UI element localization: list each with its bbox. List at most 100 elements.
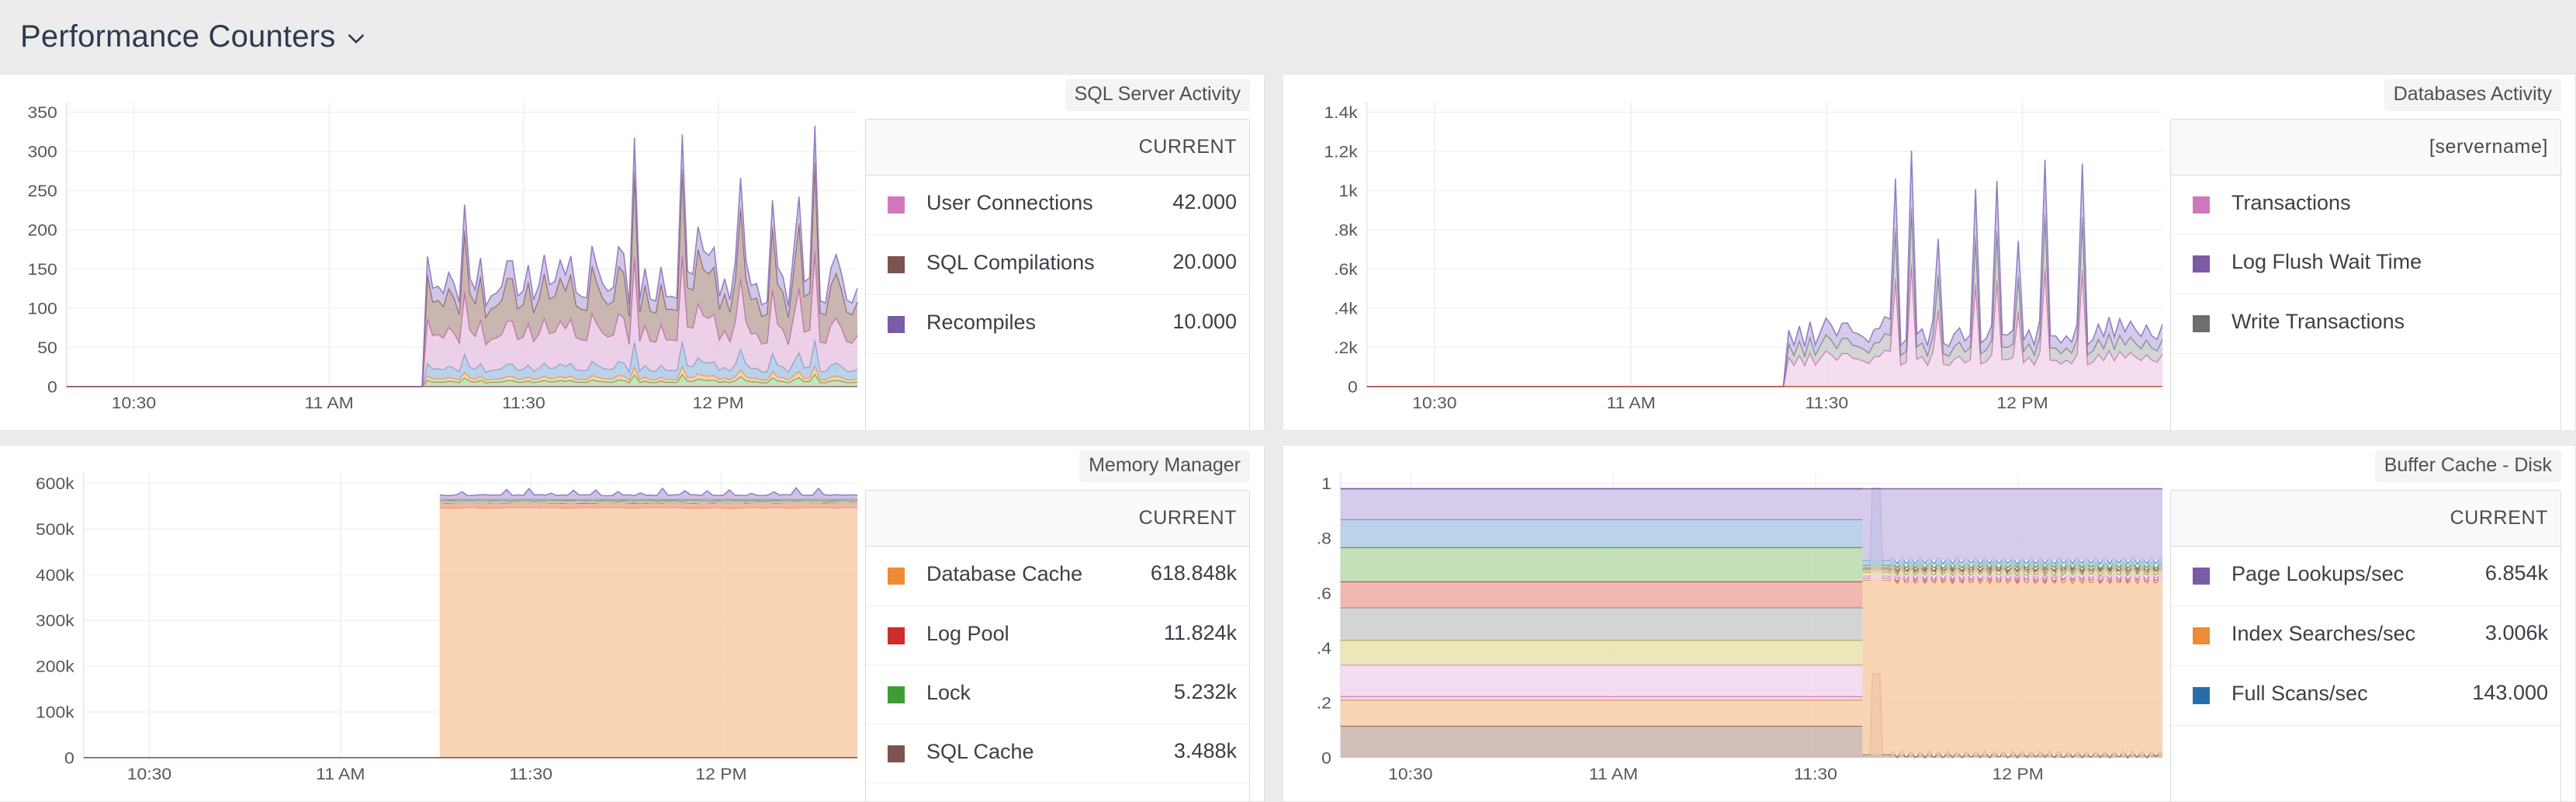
legend-swatch-cell (866, 738, 926, 762)
legend-row[interactable]: Database Cache 618.848k (866, 547, 1249, 606)
legend-series-name: Database Cache (926, 562, 1083, 585)
svg-text:.4k: .4k (1334, 299, 1359, 318)
legend-row[interactable]: Write Transactions (2171, 294, 2560, 354)
series-color-swatch-icon (2193, 196, 2210, 214)
legend-series-value: 10.000 (1172, 310, 1237, 333)
legend-series-value: 618.848k (1150, 561, 1237, 585)
chart-sql-server-activity[interactable]: 0 50 100 150 200 250 300 350 10:30 11 AM 11:30 12 P… (0, 75, 860, 430)
legend-buffer-cache-disk: Buffer Cache - Disk CURRENT Page Lookups… (2166, 446, 2575, 801)
svg-text:150: 150 (28, 260, 57, 279)
series-color-swatch-icon (888, 568, 905, 585)
svg-text:.8k: .8k (1334, 220, 1359, 239)
legend-series-value: 3.006k (2484, 621, 2548, 644)
legend-row[interactable]: SQL Compilations 20.000 (866, 235, 1249, 295)
svg-text:1.2k: 1.2k (1324, 142, 1358, 161)
legend-series-value: 5.232k (1173, 680, 1237, 703)
legend-series-value: 11.824k (1163, 621, 1237, 644)
chart-buffer-cache-disk[interactable]: 0 .2 .4 .6 .8 1 10:30 11 AM 11:30 12 PM (1283, 446, 2166, 801)
legend-series-value: 143.000 (2472, 681, 2548, 704)
chevron-down-icon[interactable] (346, 29, 366, 49)
legend-memory-manager: Memory Manager CURRENT Database Cache 61… (860, 446, 1264, 801)
legend-swatch-cell (2171, 620, 2231, 644)
legend-series-name: SQL Cache (926, 740, 1034, 763)
dashboard-title-dropdown[interactable]: Performance Counters (20, 19, 366, 54)
legend-swatch-cell (2171, 189, 2231, 214)
legend-row[interactable]: User Connections 42.000 (866, 175, 1249, 235)
svg-text:200: 200 (28, 220, 57, 239)
legend-series-name: Page Lookups/sec (2231, 562, 2405, 585)
svg-text:.4: .4 (1317, 639, 1331, 658)
svg-text:11:30: 11:30 (502, 394, 545, 412)
svg-text:11 AM: 11 AM (305, 394, 354, 412)
svg-text:250: 250 (28, 182, 57, 200)
svg-text:.2k: .2k (1334, 339, 1359, 357)
svg-text:300: 300 (28, 142, 57, 161)
svg-text:1: 1 (1321, 474, 1331, 493)
svg-text:11 AM: 11 AM (1589, 765, 1638, 783)
chart-databases-activity[interactable]: 0 .2k .4k .6k .8k 1k 1.2k 1.4k 10:30 11 AM 11:30 12… (1283, 75, 2166, 430)
legend-swatch-cell (2171, 561, 2231, 585)
svg-text:0: 0 (64, 748, 74, 767)
svg-text:350: 350 (28, 103, 57, 122)
legend-table-header: [servername] (2171, 120, 2560, 175)
legend-swatch-cell (866, 309, 926, 333)
series-color-swatch-icon (2193, 687, 2210, 704)
legend-table: CURRENT Page Lookups/sec 6.854k Index Se… (2170, 490, 2561, 801)
legend-row[interactable]: Full Scans/sec 143.000 (2171, 666, 2560, 726)
legend-row[interactable]: Page Lookups/sec 6.854k (2171, 547, 2560, 606)
legend-swatch-cell (2171, 680, 2231, 704)
svg-text:0: 0 (1321, 748, 1331, 767)
panel-title-memory-manager: Memory Manager (1079, 450, 1250, 482)
svg-text:0: 0 (1348, 377, 1358, 396)
legend-swatch-cell (866, 620, 926, 644)
series-color-swatch-icon (2193, 627, 2210, 644)
legend-series-value: 20.000 (1172, 250, 1237, 273)
svg-text:100k: 100k (36, 703, 75, 721)
panel-databases-activity: 0 .2k .4k .6k .8k 1k 1.2k 1.4k 10:30 11 AM 11:30 12… (1283, 74, 2576, 431)
svg-text:12 PM: 12 PM (1996, 394, 2048, 412)
svg-text:1k: 1k (1339, 182, 1359, 200)
legend-series-name: Write Transactions (2231, 310, 2405, 333)
legend-row[interactable]: Recompiles 10.000 (866, 295, 1249, 354)
svg-text:11 AM: 11 AM (1606, 394, 1655, 412)
legend-swatch-cell (866, 249, 926, 273)
series-color-swatch-icon (888, 627, 905, 644)
legend-swatch-cell (866, 561, 926, 585)
panel-row-2: 0 100k 200k 300k 400k 500k 600k 10:30 11 AM 11:30… (0, 445, 2576, 802)
legend-databases-activity: Databases Activity [servername] Transact… (2166, 75, 2575, 430)
legend-column-header: CURRENT (1138, 507, 1237, 529)
svg-text:50: 50 (37, 339, 57, 357)
series-color-swatch-icon (888, 686, 905, 703)
legend-swatch-cell (2171, 248, 2231, 273)
legend-table-header: CURRENT (2171, 491, 2560, 547)
top-bar: Performance Counters (0, 0, 2576, 74)
panel-title-databases-activity: Databases Activity (2384, 79, 2561, 111)
svg-text:600k: 600k (36, 474, 75, 493)
series-color-swatch-icon (2193, 255, 2210, 273)
legend-swatch-cell (2171, 308, 2231, 332)
legend-row[interactable]: Lock 5.232k (866, 665, 1249, 724)
series-color-swatch-icon (2193, 315, 2210, 332)
chart-memory-manager[interactable]: 0 100k 200k 300k 400k 500k 600k 10:30 11 AM 11:30… (0, 446, 860, 801)
legend-sql-server-activity: SQL Server Activity CURRENT User Connect… (860, 75, 1264, 430)
legend-row[interactable]: Log Flush Wait Time (2171, 234, 2560, 294)
series-color-swatch-icon (888, 196, 905, 214)
legend-row[interactable]: Log Pool 11.824k (866, 606, 1249, 665)
legend-column-header: [servername] (2429, 136, 2548, 158)
svg-text:0: 0 (47, 377, 57, 396)
legend-row[interactable]: SQL Cache 3.488k (866, 724, 1249, 783)
svg-text:12 PM: 12 PM (1992, 765, 2043, 783)
svg-text:.6: .6 (1317, 584, 1331, 602)
legend-table-header: CURRENT (866, 120, 1249, 175)
legend-series-name: Transactions (2231, 191, 2351, 214)
legend-table-header: CURRENT (866, 491, 1249, 547)
svg-text:10:30: 10:30 (1412, 394, 1456, 412)
svg-text:12 PM: 12 PM (692, 394, 743, 412)
legend-row[interactable]: Transactions (2171, 175, 2560, 234)
legend-series-value: 3.488k (1173, 739, 1237, 762)
legend-table: CURRENT Database Cache 618.848k Log Pool… (865, 490, 1250, 801)
legend-column-header: CURRENT (1138, 136, 1237, 158)
legend-series-name: Recompiles (926, 311, 1037, 334)
legend-row[interactable]: Index Searches/sec 3.006k (2171, 606, 2560, 666)
panel-title-buffer-cache-disk: Buffer Cache - Disk (2374, 450, 2561, 482)
